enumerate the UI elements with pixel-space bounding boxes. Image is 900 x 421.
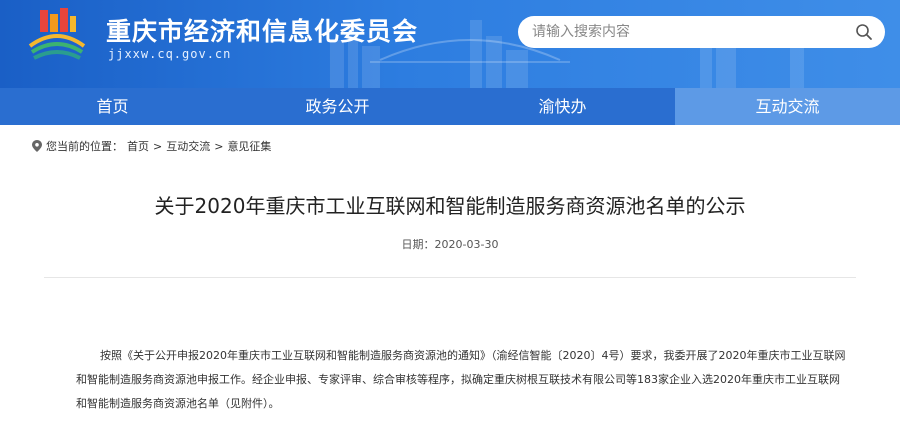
breadcrumb-separator: > bbox=[153, 139, 163, 153]
nav-item-yukuaiban[interactable]: 渝快办 bbox=[450, 88, 675, 125]
search-box bbox=[518, 16, 885, 48]
divider bbox=[44, 277, 856, 278]
main-nav: 首页 政务公开 渝快办 互动交流 bbox=[0, 88, 900, 125]
date-label: 日期： bbox=[401, 238, 435, 251]
site-header: 重庆市经济和信息化委员会 jjxxw.cq.gov.cn bbox=[0, 0, 900, 88]
breadcrumb: 您当前的位置： 首页 > 互动交流 > 意见征集 bbox=[32, 138, 271, 154]
site-title: 重庆市经济和信息化委员会 bbox=[106, 17, 419, 46]
breadcrumb-prefix: 您当前的位置： bbox=[46, 140, 123, 153]
breadcrumb-separator: > bbox=[214, 139, 224, 153]
site-domain: jjxxw.cq.gov.cn bbox=[108, 47, 232, 61]
date-value: 2020-03-30 bbox=[434, 238, 499, 251]
breadcrumb-opinion-collection[interactable]: 意见征集 bbox=[227, 138, 271, 154]
breadcrumb-home[interactable]: 首页 bbox=[127, 138, 149, 154]
location-pin-icon bbox=[32, 140, 42, 152]
breadcrumb-interaction[interactable]: 互动交流 bbox=[166, 138, 210, 154]
nav-item-government-affairs[interactable]: 政务公开 bbox=[225, 88, 450, 125]
government-emblem-logo bbox=[28, 8, 86, 60]
article-date: 日期：2020-03-30 bbox=[0, 236, 900, 252]
article-body: 按照《关于公开申报2020年重庆市工业互联网和智能制造服务商资源池的通知》（渝经… bbox=[76, 349, 846, 410]
nav-item-home[interactable]: 首页 bbox=[0, 88, 225, 125]
article-title: 关于2020年重庆市工业互联网和智能制造服务商资源池名单的公示 bbox=[154, 194, 746, 218]
nav-item-interaction[interactable]: 互动交流 bbox=[675, 88, 900, 125]
search-input[interactable] bbox=[532, 22, 832, 42]
search-icon[interactable] bbox=[855, 23, 873, 41]
